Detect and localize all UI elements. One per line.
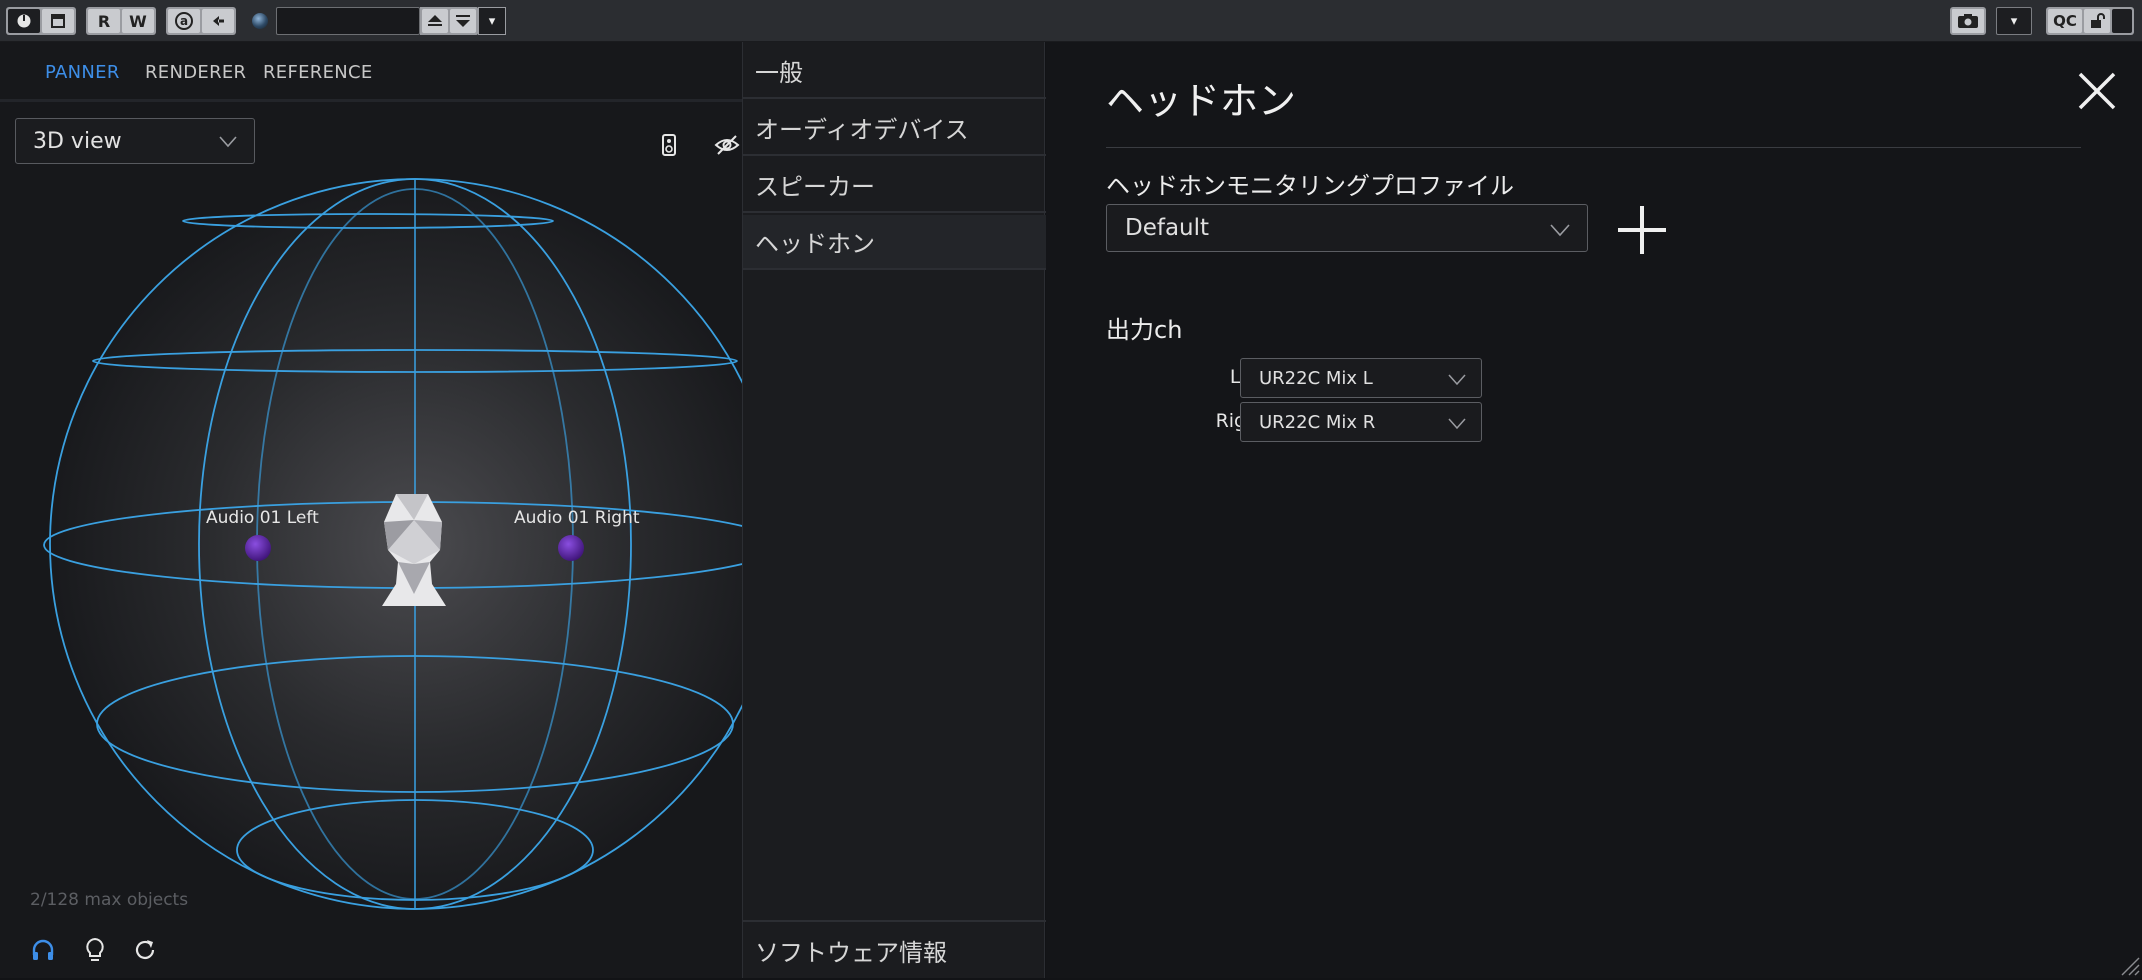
hint-button[interactable]	[82, 937, 108, 963]
preset-arrows	[420, 7, 478, 35]
audio-object-right-marker	[558, 535, 584, 561]
top-toolbar: R W a ▾ ▾ QC	[0, 0, 2142, 42]
snapshot-button[interactable]	[1950, 7, 1986, 35]
nav-item-speaker[interactable]: スピーカー	[743, 158, 1046, 213]
chevron-down-icon	[1448, 374, 1466, 386]
qc-button[interactable]: QC	[2048, 9, 2082, 33]
right-channel-value: UR22C Mix R	[1259, 411, 1376, 433]
eye-off-icon	[714, 135, 740, 155]
preset-menu-button[interactable]: ▾	[478, 7, 506, 35]
profile-select[interactable]: Default	[1106, 204, 1588, 252]
close-icon	[2078, 72, 2116, 110]
left-channel-value: UR22C Mix L	[1259, 367, 1373, 389]
audio-object-left-label: Audio 01 Left	[206, 508, 319, 528]
upload-arrow-icon	[428, 15, 442, 26]
page-title: ヘッドホン	[1106, 79, 1297, 123]
camera-icon	[1958, 14, 1978, 28]
read-button[interactable]: R	[88, 9, 120, 33]
profile-label: ヘッドホンモニタリングプロファイル	[1106, 172, 1514, 200]
output-channel-label: 出力ch	[1106, 316, 1183, 344]
speaker-toggle-button[interactable]	[658, 132, 680, 158]
qc-group: QC	[2046, 7, 2134, 35]
speaker-icon	[662, 134, 676, 156]
tab-reference[interactable]: REFERENCE	[263, 62, 373, 83]
power-icon	[17, 14, 31, 28]
rw-group: R W	[86, 7, 156, 35]
chevron-down-icon	[219, 136, 237, 148]
visibility-toggle-button[interactable]	[712, 132, 742, 158]
profile-select-value: Default	[1125, 215, 1210, 241]
nav-item-general[interactable]: 一般	[743, 44, 1046, 99]
nav-item-audio-device[interactable]: オーディオデバイス	[743, 101, 1046, 156]
chevron-down-icon	[1550, 224, 1570, 237]
settings-nav: 一般 オーディオデバイス スピーカー ヘッドホン ソフトウェア情報	[742, 42, 1046, 978]
audio-object-left-marker	[245, 535, 271, 561]
sphere-grid	[43, 178, 742, 910]
plus-icon	[1618, 206, 1666, 254]
add-profile-button[interactable]	[1616, 204, 1668, 256]
headphones-mode-button[interactable]	[30, 937, 56, 963]
left-channel-select[interactable]: UR22C Mix L	[1240, 358, 1482, 398]
automation-a-label: a	[175, 12, 193, 30]
toolbar-spare-button[interactable]	[2112, 9, 2132, 33]
download-arrow-icon	[456, 15, 470, 27]
nav-item-headphones[interactable]: ヘッドホン	[743, 215, 1046, 270]
preset-down-button[interactable]	[450, 9, 476, 33]
automation-button[interactable]: a	[168, 9, 200, 33]
chevron-down-icon	[1448, 418, 1466, 430]
lightbulb-icon	[86, 937, 104, 961]
preset-field[interactable]	[276, 7, 420, 35]
headphone-settings: ヘッドホン ヘッドホンモニタリングプロファイル Default 出力ch Lef…	[1046, 42, 2142, 978]
window-button[interactable]	[42, 9, 74, 33]
audio-object-right-label: Audio 01 Right	[514, 508, 640, 528]
panner-panel: PANNER RENDERER REFERENCE 3D view Audio …	[0, 42, 742, 978]
lock-button[interactable]	[2084, 9, 2110, 33]
automation-group: a	[166, 7, 236, 35]
3d-viewport[interactable]: Audio 01 Left Audio 01 Right	[0, 164, 742, 978]
tab-renderer[interactable]: RENDERER	[145, 62, 246, 83]
power-button[interactable]	[8, 9, 40, 33]
arrow-left-icon	[213, 16, 224, 26]
transport-group	[6, 7, 76, 35]
unlock-icon	[2091, 13, 2105, 28]
title-divider	[1106, 147, 2081, 148]
headphones-icon	[32, 939, 54, 960]
view-mode-value: 3D view	[33, 128, 122, 154]
window-icon	[51, 14, 65, 28]
nav-item-software-info[interactable]: ソフトウェア情報	[743, 920, 1046, 978]
tab-panner[interactable]: PANNER	[45, 62, 120, 83]
close-button[interactable]	[2076, 70, 2118, 112]
reset-view-button[interactable]	[132, 937, 158, 963]
preset-up-button[interactable]	[422, 9, 448, 33]
object-count-status: 2/128 max objects	[30, 890, 189, 910]
resize-grip-icon	[2121, 957, 2140, 976]
status-led-icon	[252, 13, 268, 29]
resize-handle[interactable]	[2118, 954, 2140, 976]
back-button[interactable]	[202, 9, 234, 33]
view-mode-select[interactable]: 3D view	[15, 118, 255, 164]
write-button[interactable]: W	[122, 9, 154, 33]
right-channel-select[interactable]: UR22C Mix R	[1240, 402, 1482, 442]
panner-tabs: PANNER RENDERER REFERENCE	[0, 42, 742, 102]
settings-menu-button[interactable]: ▾	[1996, 7, 2032, 35]
reset-icon	[135, 940, 155, 959]
